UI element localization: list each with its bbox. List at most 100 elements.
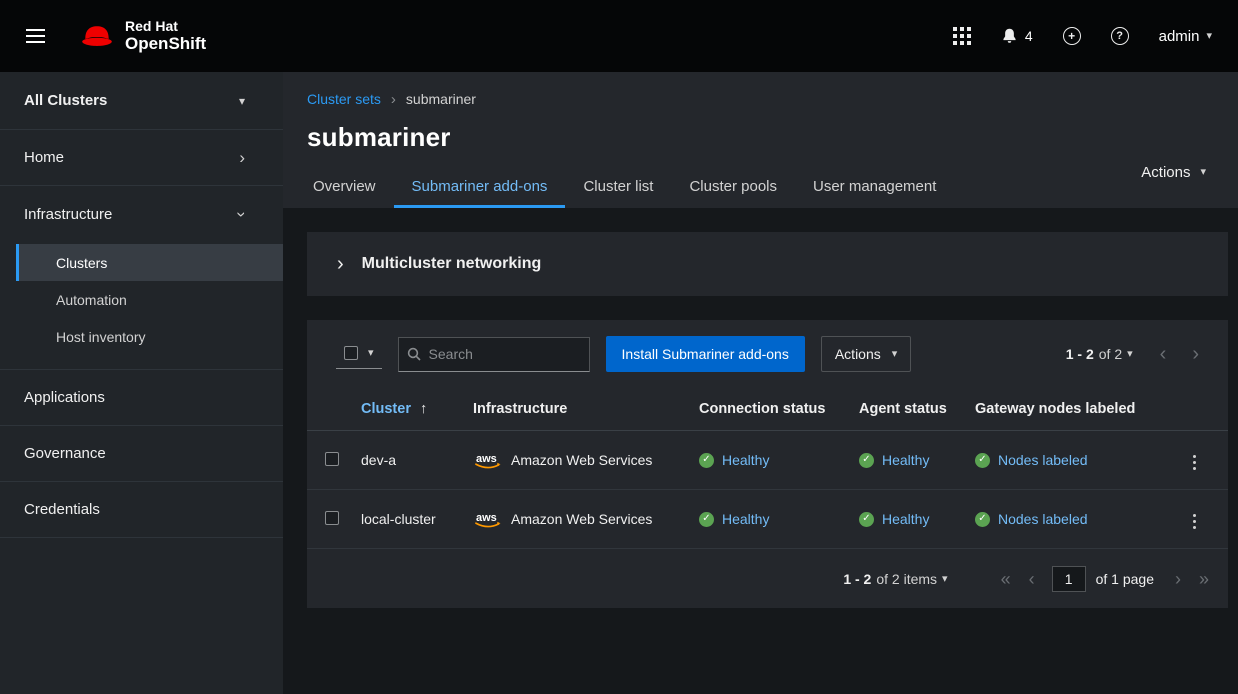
user-menu-label: admin: [1159, 28, 1200, 45]
sidebar-item-automation[interactable]: Automation: [16, 281, 283, 318]
notifications-button[interactable]: 4: [1001, 27, 1033, 45]
breadcrumb-link-cluster-sets[interactable]: Cluster sets: [307, 91, 381, 107]
breadcrumb-separator-icon: ›: [391, 92, 396, 107]
infrastructure-cell: aws Amazon Web Services: [473, 510, 683, 529]
search-box: [398, 337, 590, 372]
chevron-right-icon: ›: [337, 254, 344, 274]
agent-status-link[interactable]: Healthy: [882, 452, 929, 468]
caret-down-icon: ▾: [942, 574, 948, 585]
connection-status-cell: ✓ Healthy: [699, 511, 843, 527]
tab-overview[interactable]: Overview: [307, 168, 394, 208]
infrastructure-subnav: Clusters Automation Host inventory: [0, 242, 283, 370]
check-circle-icon: ✓: [975, 512, 990, 527]
check-circle-icon: ✓: [699, 512, 714, 527]
row-checkbox[interactable]: [325, 452, 339, 466]
page-title: submariner: [307, 122, 1214, 153]
bulk-select-checkbox[interactable]: [344, 346, 358, 360]
row-checkbox[interactable]: [325, 511, 339, 525]
prev-page-button[interactable]: ‹: [1020, 570, 1044, 588]
sidebar-item-applications[interactable]: Applications: [0, 370, 283, 426]
table-row: local-cluster aws Amazon Web Services: [307, 490, 1228, 549]
page-body: › Multicluster networking ▾: [283, 208, 1238, 694]
pagination-range-of: of 2: [1099, 346, 1122, 362]
prev-page-button[interactable]: ‹: [1147, 344, 1180, 364]
connection-status-link[interactable]: Healthy: [722, 452, 769, 468]
caret-down-icon: ▾: [368, 348, 374, 359]
col-cluster-sort[interactable]: Cluster↑: [353, 388, 465, 431]
tab-bar: Overview Submariner add-ons Cluster list…: [307, 168, 1214, 208]
col-connection-status: Connection status: [691, 388, 851, 431]
table-toolbar: ▾ Install Submariner add-ons Actions ▾: [307, 320, 1228, 388]
sidebar-item-host-inventory[interactable]: Host inventory: [16, 318, 283, 355]
page-number-input[interactable]: [1052, 566, 1086, 592]
multicluster-networking-toggle[interactable]: › Multicluster networking: [307, 232, 1228, 296]
tab-submariner-add-ons[interactable]: Submariner add-ons: [394, 168, 566, 208]
perspective-label: All Clusters: [24, 92, 107, 109]
pagination-items-toggle[interactable]: 1 - 2 of 2 items ▾: [843, 571, 961, 587]
last-page-button[interactable]: »: [1190, 570, 1218, 588]
caret-down-icon: ▾: [1206, 31, 1212, 42]
sidebar-item-clusters[interactable]: Clusters: [16, 244, 283, 281]
page-actions-label: Actions: [1141, 164, 1190, 181]
sidebar-item-label: Home: [24, 149, 64, 166]
submariner-clusters-table: Cluster↑ Infrastructure Connection statu…: [307, 388, 1228, 549]
col-infrastructure: Infrastructure: [465, 388, 691, 431]
next-page-button[interactable]: ›: [1166, 570, 1190, 588]
sort-asc-icon: ↑: [420, 401, 427, 417]
page-actions-dropdown[interactable]: Actions ▾: [1141, 164, 1206, 181]
cluster-name-cell: local-cluster: [353, 490, 465, 549]
check-circle-icon: ✓: [859, 453, 874, 468]
aws-icon: aws: [473, 451, 503, 470]
next-page-button[interactable]: ›: [1179, 344, 1212, 364]
gateway-status-link[interactable]: Nodes labeled: [998, 511, 1088, 527]
col-row-actions: [1176, 388, 1228, 431]
agent-status-link[interactable]: Healthy: [882, 511, 929, 527]
sidebar-item-label: Credentials: [24, 501, 100, 518]
gateway-status-link[interactable]: Nodes labeled: [998, 452, 1088, 468]
connection-status-link[interactable]: Healthy: [722, 511, 769, 527]
table-header-row: Cluster↑ Infrastructure Connection statu…: [307, 388, 1228, 431]
tab-cluster-pools[interactable]: Cluster pools: [671, 168, 795, 208]
chevron-down-icon: ›: [234, 211, 251, 217]
nav-toggle-button[interactable]: [18, 21, 53, 51]
app-launcher-icon: [953, 27, 971, 45]
help-button[interactable]: ?: [1111, 27, 1129, 45]
search-input[interactable]: [398, 337, 590, 372]
caret-down-icon: ▾: [239, 95, 245, 107]
breadcrumb-current: submariner: [406, 91, 476, 107]
user-menu[interactable]: admin ▾: [1159, 28, 1212, 45]
first-page-button[interactable]: «: [992, 570, 1020, 588]
check-circle-icon: ✓: [975, 453, 990, 468]
tab-user-management[interactable]: User management: [795, 168, 954, 208]
agent-status-cell: ✓ Healthy: [859, 511, 959, 527]
sidebar-item-home[interactable]: Home ›: [0, 130, 283, 186]
bulk-select-toggle[interactable]: ▾: [336, 339, 382, 369]
connection-status-cell: ✓ Healthy: [699, 452, 843, 468]
row-kebab-menu[interactable]: [1184, 450, 1205, 475]
table-actions-dropdown[interactable]: Actions ▾: [821, 336, 911, 372]
cluster-name-cell: dev-a: [353, 431, 465, 490]
main-content: Cluster sets › submariner submariner Act…: [283, 72, 1238, 694]
check-circle-icon: ✓: [699, 453, 714, 468]
row-kebab-menu[interactable]: [1184, 509, 1205, 534]
sidebar-nav: All Clusters ▾ Home › Infrastructure › C…: [0, 72, 283, 694]
perspective-switcher[interactable]: All Clusters ▾: [0, 72, 283, 130]
chevron-right-icon: ›: [239, 149, 245, 166]
create-resource-button[interactable]: +: [1063, 27, 1081, 45]
gateway-status-cell: ✓ Nodes labeled: [975, 452, 1168, 468]
sidebar-item-infrastructure[interactable]: Infrastructure ›: [0, 186, 283, 242]
page-count-label: of 1 page: [1096, 571, 1154, 587]
sidebar-item-credentials[interactable]: Credentials: [0, 482, 283, 538]
page-navigation: « ‹ of 1 page › »: [992, 566, 1218, 592]
pagination-top: 1 - 2 of 2 ▾ ‹ ›: [1066, 344, 1212, 364]
pagination-options-toggle[interactable]: 1 - 2 of 2 ▾: [1066, 346, 1147, 362]
check-circle-icon: ✓: [859, 512, 874, 527]
svg-text:aws: aws: [476, 453, 497, 465]
redhat-hat-icon: [79, 23, 115, 49]
install-submariner-button[interactable]: Install Submariner add-ons: [606, 336, 805, 372]
tab-cluster-list[interactable]: Cluster list: [565, 168, 671, 208]
app-launcher-button[interactable]: [953, 27, 971, 45]
sidebar-item-governance[interactable]: Governance: [0, 426, 283, 482]
table-row: dev-a aws Amazon Web Services ✓: [307, 431, 1228, 490]
brand-logo[interactable]: Red Hat OpenShift: [79, 19, 206, 54]
